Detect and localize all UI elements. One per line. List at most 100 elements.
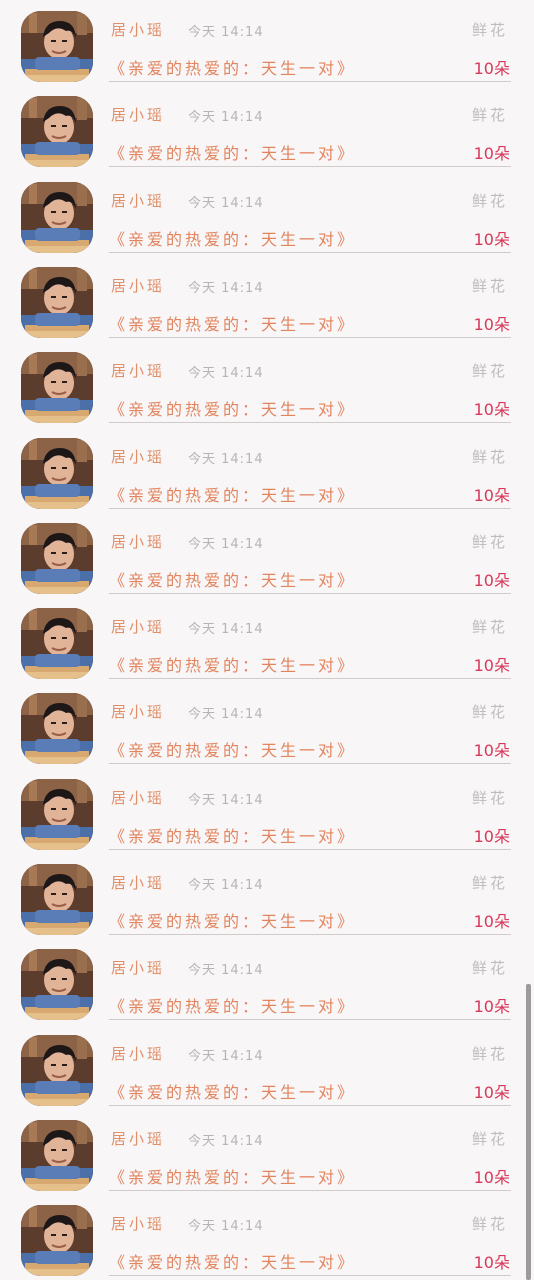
avatar[interactable]: [21, 266, 93, 338]
list-item[interactable]: 居小瑶 今天 14:14 鲜花 《亲爱的热爱的：天生一对》 10朵: [0, 427, 534, 512]
list-item[interactable]: 居小瑶 今天 14:14 鲜花 《亲爱的热爱的：天生一对》 10朵: [0, 1024, 534, 1109]
list-item[interactable]: 居小瑶 今天 14:14 鲜花 《亲爱的热爱的：天生一对》 10朵: [0, 0, 534, 85]
avatar-photo: [21, 522, 93, 594]
gift-count: 10朵: [473, 485, 510, 505]
avatar[interactable]: [21, 96, 93, 168]
list-item[interactable]: 居小瑶 今天 14:14 鲜花 《亲爱的热爱的：天生一对》 10朵: [0, 256, 534, 341]
avatar[interactable]: [21, 352, 93, 424]
list-item[interactable]: 居小瑶 今天 14:14 鲜花 《亲爱的热爱的：天生一对》 10朵: [0, 768, 534, 853]
avatar[interactable]: [21, 949, 93, 1021]
avatar[interactable]: [21, 864, 93, 935]
gift-type: 鲜花: [471, 21, 508, 39]
gift-count: 10朵: [473, 570, 510, 590]
avatar[interactable]: [21, 693, 93, 765]
send-time: 今天 14:14: [188, 1048, 264, 1064]
avatar-photo: [21, 1119, 93, 1191]
gift-message: 《亲爱的热爱的：天生一对》: [109, 570, 357, 590]
list-item[interactable]: 居小瑶 今天 14:14 鲜花 《亲爱的热爱的：天生一对》 10朵: [0, 171, 534, 256]
avatar-photo: [21, 11, 93, 82]
gift-message: 《亲爱的热爱的：天生一对》: [109, 656, 357, 676]
list-item[interactable]: 居小瑶 今天 14:14 鲜花 《亲爱的热爱的：天生一对》 10朵: [0, 85, 534, 170]
sender-name: 居小瑶: [111, 788, 166, 807]
gift-message: 《亲爱的热爱的：天生一对》: [109, 1082, 357, 1102]
gift-type: 鲜花: [471, 191, 508, 210]
avatar[interactable]: [21, 1205, 93, 1277]
avatar-photo: [21, 1205, 93, 1277]
gift-type: 鲜花: [471, 1215, 508, 1234]
avatar[interactable]: [21, 522, 93, 594]
sender-name: 居小瑶: [111, 276, 166, 295]
gift-record-list[interactable]: 居小瑶 今天 14:14 鲜花 《亲爱的热爱的：天生一对》 10朵 居小瑶 今天…: [0, 0, 534, 1280]
avatar[interactable]: [21, 437, 93, 509]
gift-count: 10朵: [473, 912, 510, 931]
sender-name: 居小瑶: [111, 618, 166, 637]
row-divider: [109, 592, 511, 594]
send-time: 今天 14:14: [188, 792, 264, 808]
gift-type: 鲜花: [471, 959, 508, 978]
row-divider: [109, 1275, 511, 1277]
avatar-photo: [21, 181, 93, 253]
row-divider: [109, 336, 511, 338]
row-divider: [109, 507, 511, 509]
avatar-photo: [21, 693, 93, 765]
row-divider: [109, 422, 511, 424]
gift-message: 《亲爱的热爱的：天生一对》: [109, 1167, 357, 1187]
send-time: 今天 14:14: [188, 1219, 264, 1235]
row-divider: [109, 1019, 511, 1021]
list-item[interactable]: 居小瑶 今天 14:14 鲜花 《亲爱的热爱的：天生一对》 10朵: [0, 938, 534, 1023]
row-divider: [109, 934, 511, 935]
gift-type: 鲜花: [471, 788, 508, 807]
avatar-photo: [21, 864, 93, 935]
gift-type: 鲜花: [471, 1044, 508, 1063]
gift-count: 10朵: [473, 1167, 510, 1187]
send-time: 今天 14:14: [188, 25, 264, 40]
gift-count: 10朵: [473, 400, 510, 420]
avatar-photo: [21, 608, 93, 680]
row-divider: [109, 166, 511, 168]
row-divider: [109, 1189, 511, 1191]
avatar-photo: [21, 778, 93, 850]
list-item[interactable]: 居小瑶 今天 14:14 鲜花 《亲爱的热爱的：天生一对》 10朵: [0, 512, 534, 597]
send-time: 今天 14:14: [188, 963, 264, 979]
avatar-photo: [21, 266, 93, 338]
avatar[interactable]: [21, 778, 93, 850]
list-item[interactable]: 居小瑶 今天 14:14 鲜花 《亲爱的热爱的：天生一对》 10朵: [0, 1109, 534, 1194]
list-item[interactable]: 居小瑶 今天 14:14 鲜花 《亲爱的热爱的：天生一对》 10朵: [0, 682, 534, 767]
list-item[interactable]: 居小瑶 今天 14:14 鲜花 《亲爱的热爱的：天生一对》 10朵: [0, 1194, 534, 1279]
gift-type: 鲜花: [471, 276, 508, 295]
scrollbar[interactable]: [526, 984, 531, 1280]
row-divider: [109, 763, 511, 765]
sender-name: 居小瑶: [111, 959, 166, 978]
row-divider: [109, 848, 511, 850]
gift-message: 《亲爱的热爱的：天生一对》: [109, 997, 357, 1017]
gift-message: 《亲爱的热爱的：天生一对》: [109, 400, 357, 420]
row-divider: [109, 81, 511, 82]
gift-message: 《亲爱的热爱的：天生一对》: [109, 485, 357, 505]
gift-message: 《亲爱的热爱的：天生一对》: [109, 1253, 357, 1273]
avatar[interactable]: [21, 1034, 93, 1106]
row-divider: [109, 251, 511, 253]
gift-message: 《亲爱的热爱的：天生一对》: [109, 144, 357, 164]
gift-message: 《亲爱的热爱的：天生一对》: [109, 59, 357, 78]
avatar-photo: [21, 949, 93, 1021]
gift-type: 鲜花: [471, 874, 508, 892]
gift-count: 10朵: [473, 1253, 510, 1273]
send-time: 今天 14:14: [188, 110, 264, 126]
gift-message: 《亲爱的热爱的：天生一对》: [109, 912, 357, 931]
gift-type: 鲜花: [471, 362, 508, 381]
avatar[interactable]: [21, 1119, 93, 1191]
list-item[interactable]: 居小瑶 今天 14:14 鲜花 《亲爱的热爱的：天生一对》 10朵: [0, 341, 534, 426]
list-item[interactable]: 居小瑶 今天 14:14 鲜花 《亲爱的热爱的：天生一对》 10朵: [0, 853, 534, 938]
sender-name: 居小瑶: [111, 106, 166, 125]
avatar[interactable]: [21, 608, 93, 680]
gift-type: 鲜花: [471, 532, 508, 551]
avatar[interactable]: [21, 11, 93, 82]
gift-count: 10朵: [473, 656, 510, 676]
send-time: 今天 14:14: [188, 878, 264, 893]
sender-name: 居小瑶: [111, 447, 166, 466]
list-item[interactable]: 居小瑶 今天 14:14 鲜花 《亲爱的热爱的：天生一对》 10朵: [0, 597, 534, 682]
avatar[interactable]: [21, 181, 93, 253]
gift-message: 《亲爱的热爱的：天生一对》: [109, 229, 357, 249]
gift-count: 10朵: [473, 144, 510, 164]
sender-name: 居小瑶: [111, 1129, 166, 1148]
